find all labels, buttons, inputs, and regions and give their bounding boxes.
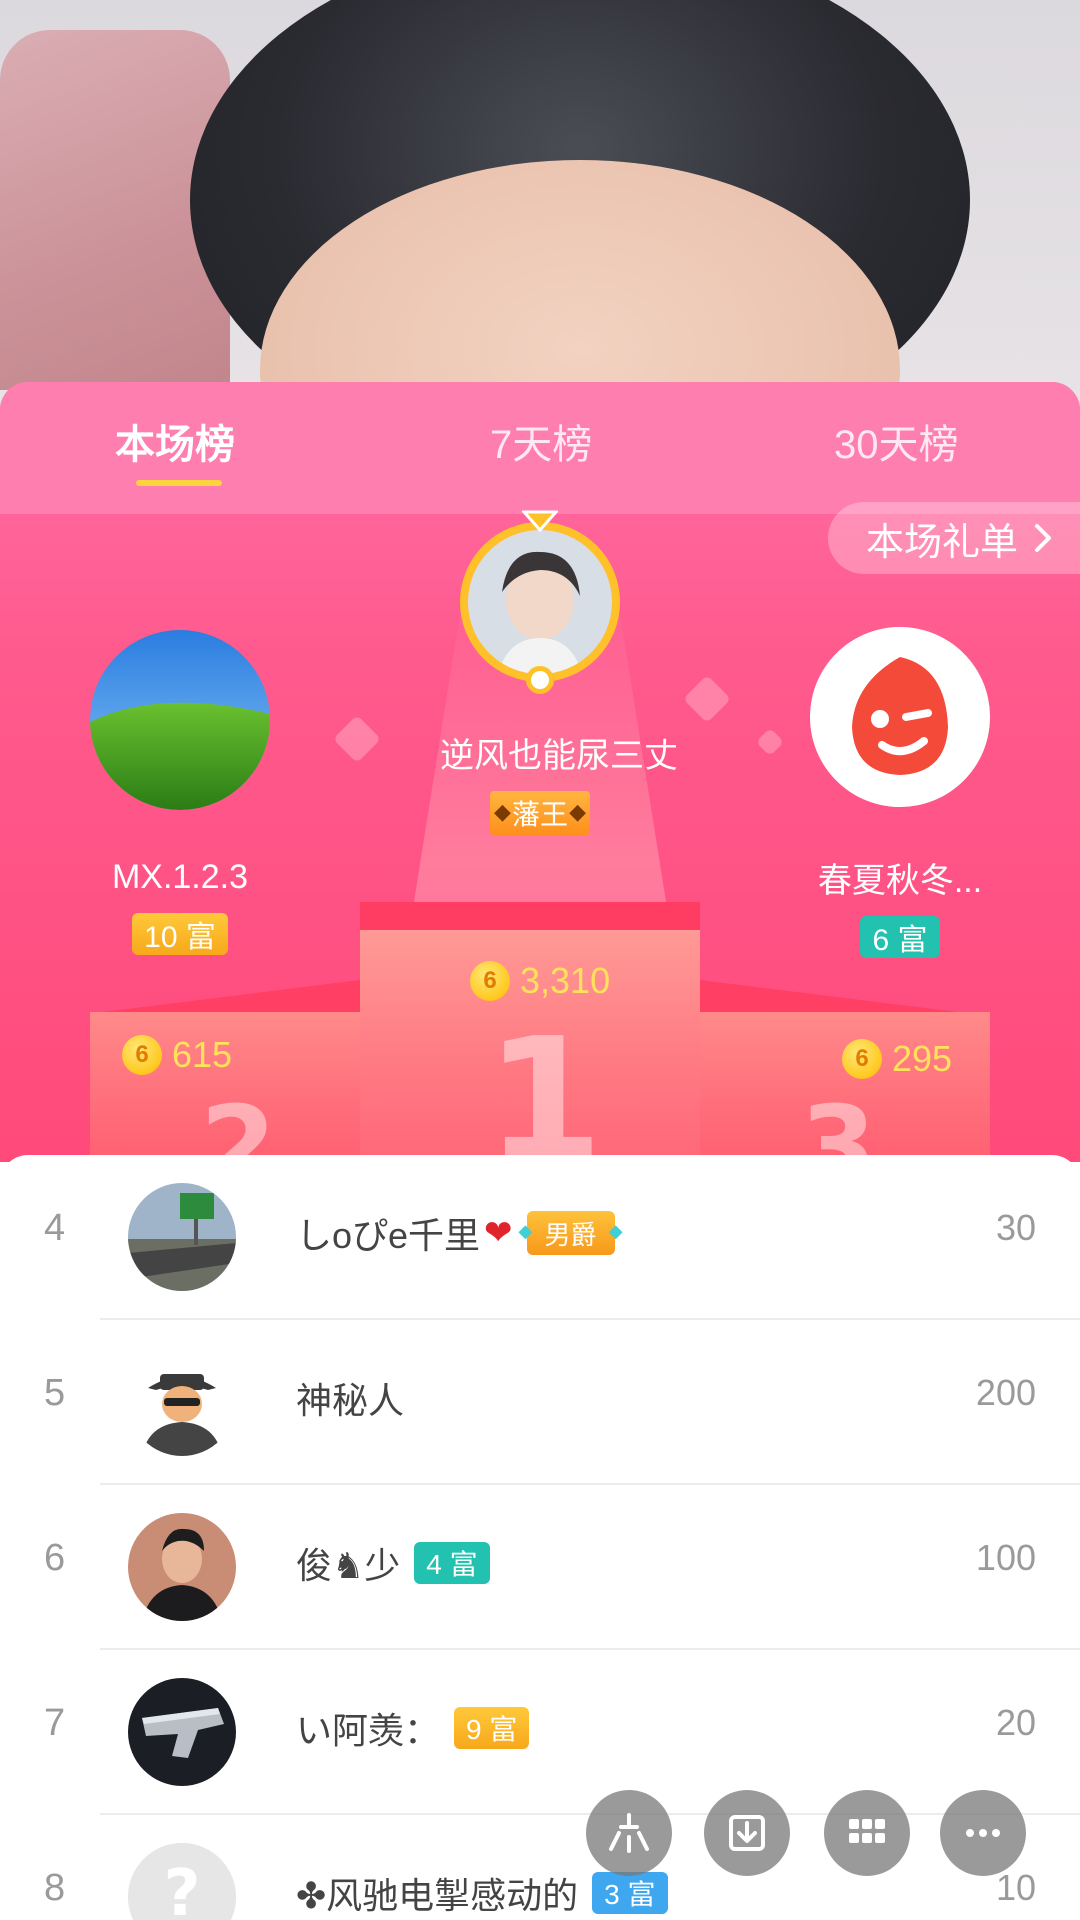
user-name: 神秘人 — [296, 1380, 405, 1421]
rank-number: 7 — [44, 1702, 66, 1744]
second-place-coin-value: 615 — [172, 1034, 233, 1075]
list-item[interactable]: 6 俊♞少 4 富 100 — [0, 1485, 1080, 1650]
third-place-avatar — [810, 627, 990, 807]
score: 30 — [995, 1207, 1036, 1248]
rank-number: 6 — [44, 1537, 66, 1579]
more-icon — [966, 1829, 1000, 1837]
list-item[interactable]: 4 しoぴe千里 ❤ 男爵 30 — [0, 1155, 1080, 1320]
third-place-badge: 6 富 — [860, 916, 940, 958]
crown-icon — [522, 510, 558, 532]
status-badge: 男爵 — [519, 1211, 623, 1255]
tab-7-days[interactable]: 7天榜 — [490, 412, 592, 470]
heart-icon: ❤ — [484, 1214, 513, 1252]
chevron-right-icon — [1035, 524, 1051, 552]
second-place-name: MX.1.2.3 — [111, 858, 249, 896]
third-place-user[interactable]: 春夏秋冬... 6 富 — [790, 627, 1010, 958]
rank-number: 8 — [44, 1867, 66, 1909]
list-item[interactable]: 8 ? ✤风驰电掣感动的 3 富 10 — [0, 1815, 1080, 1920]
podium-number-3: 3 — [800, 1082, 877, 1162]
second-place-badge: 10 富 — [132, 913, 228, 955]
coin-icon: 6 — [470, 961, 510, 1001]
status-badge: 4 富 — [414, 1542, 490, 1584]
more-button[interactable] — [940, 1790, 1026, 1876]
coin-icon: 6 — [122, 1035, 162, 1075]
second-place-coins: 6 615 — [122, 1034, 232, 1076]
score: 200 — [975, 1372, 1036, 1413]
ranking-list: 4 しoぴe千里 ❤ 男爵 30 5 — [0, 1155, 1080, 1920]
grid-button[interactable] — [824, 1790, 910, 1876]
frame-ornament — [526, 666, 554, 694]
user-name: い阿羡： — [296, 1710, 441, 1751]
active-tab-indicator — [136, 480, 222, 486]
score: 10 — [995, 1867, 1036, 1908]
first-place-badge: 藩王 — [489, 791, 590, 835]
score: 20 — [995, 1702, 1036, 1743]
user-name: 俊♞少 — [296, 1545, 401, 1586]
podium-number-1: 1 — [485, 1002, 604, 1162]
gift-list-link[interactable]: 本场礼单 — [827, 502, 1080, 574]
first-place-coin-value: 3,310 — [520, 960, 611, 1001]
tab-this-session[interactable]: 本场榜 — [115, 412, 235, 470]
avatar: ? — [128, 1843, 236, 1920]
ranking-panel: 本场榜 7天榜 30天榜 本场礼单 2 3 1 逆风也能尿三丈 ◆ 藩王 ◆ 6… — [0, 382, 1080, 1162]
second-place-avatar — [90, 630, 270, 810]
gift-list-label: 本场礼单 — [865, 521, 1018, 564]
user-name: ✤风驰电掣感动的 — [296, 1875, 579, 1916]
status-badge: 9 富 — [454, 1707, 530, 1749]
rank-number: 5 — [44, 1372, 66, 1414]
sparkle-decoration — [682, 674, 732, 724]
sparkle-decoration — [755, 727, 785, 757]
tab-bar: 本场榜 7天榜 30天榜 — [0, 382, 1080, 514]
second-place-user[interactable]: MX.1.2.3 10 富 — [60, 630, 300, 955]
third-place-coin-value: 295 — [892, 1038, 953, 1079]
tab-30-days[interactable]: 30天榜 — [834, 412, 959, 470]
avatar — [128, 1183, 236, 1291]
status-badge: 3 富 — [592, 1872, 668, 1914]
list-item[interactable]: 7 い阿羡： 9 富 20 — [0, 1650, 1080, 1815]
coin-icon: 6 — [842, 1039, 882, 1079]
sparkle-button[interactable] — [586, 1790, 672, 1876]
first-place-name: 逆风也能尿三丈 — [440, 737, 678, 775]
podium-number-2: 2 — [200, 1082, 277, 1162]
third-place-coins: 6 295 — [842, 1038, 952, 1080]
list-item[interactable]: 5 神秘人 200 — [0, 1320, 1080, 1485]
score: 100 — [975, 1537, 1036, 1578]
grid-icon — [849, 1819, 885, 1843]
sparkle-decoration — [332, 714, 382, 764]
background-photo — [0, 0, 1080, 420]
avatar — [128, 1513, 236, 1621]
first-place-coins: 6 3,310 — [470, 960, 610, 1002]
avatar — [128, 1348, 236, 1456]
user-name: しoぴe千里 — [296, 1215, 481, 1256]
first-place-user[interactable]: 逆风也能尿三丈 藩王 — [440, 510, 678, 835]
avatar — [128, 1678, 236, 1786]
svg-text:?: ? — [163, 1857, 200, 1920]
first-place-avatar — [460, 522, 620, 682]
rank-number: 4 — [44, 1207, 66, 1249]
download-icon — [729, 1815, 765, 1851]
third-place-name: 春夏秋冬... — [817, 862, 983, 900]
download-button[interactable] — [704, 1790, 790, 1876]
sparkle-icon — [609, 1813, 649, 1853]
